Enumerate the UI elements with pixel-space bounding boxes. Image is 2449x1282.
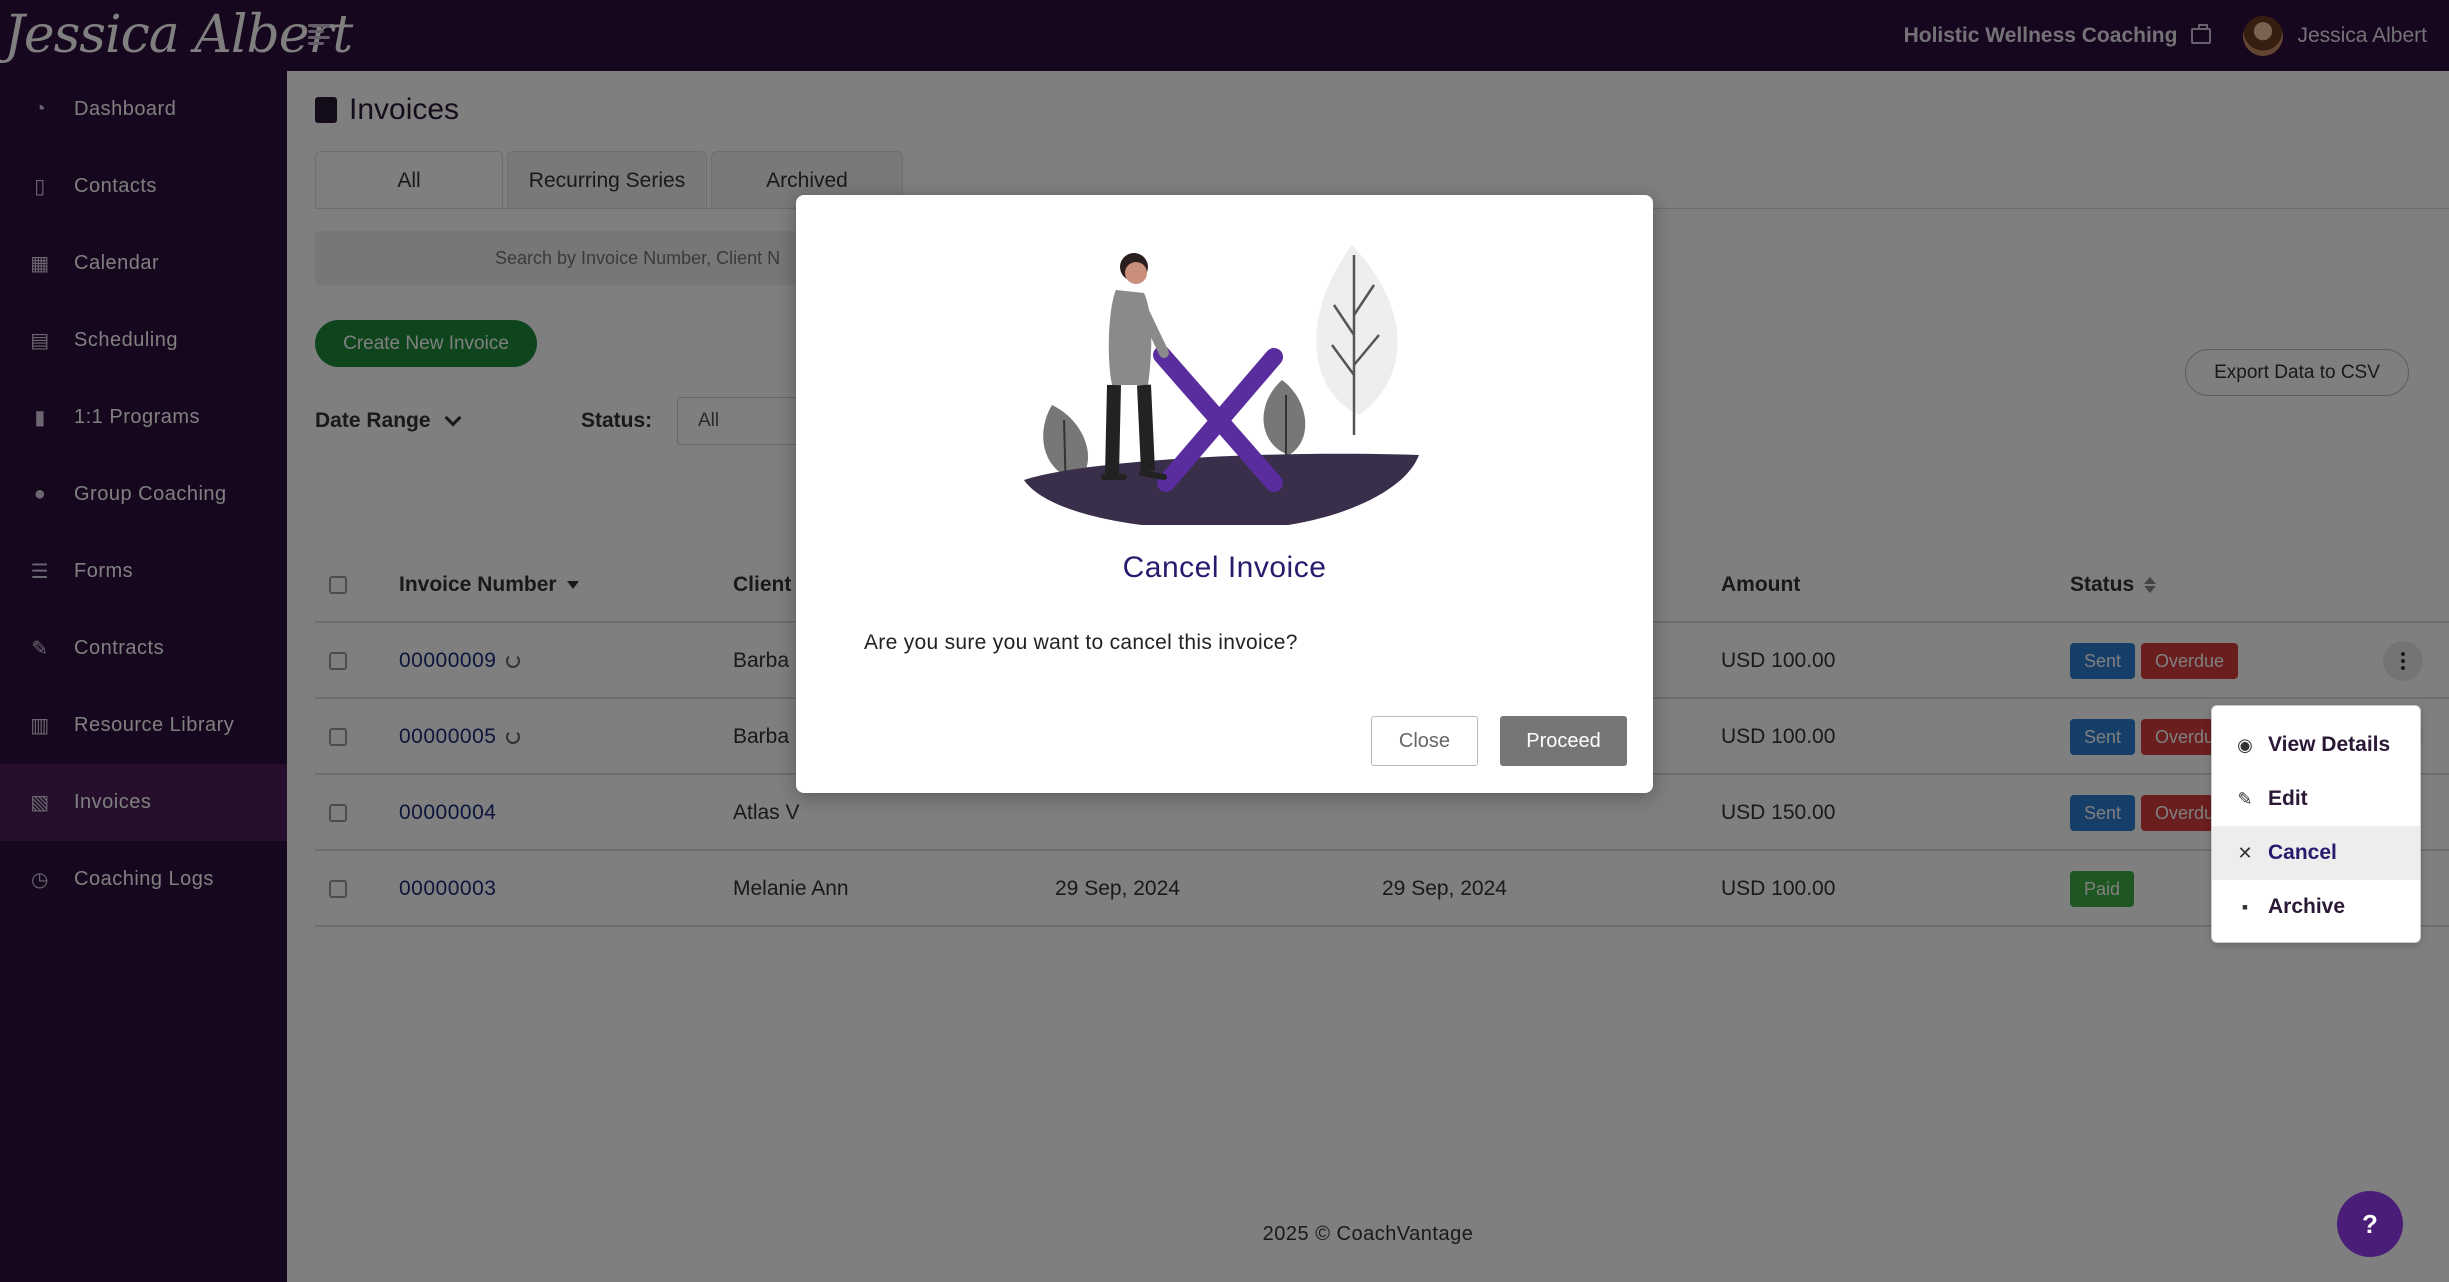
pencil-icon: ✎	[2237, 788, 2253, 809]
modal-title: Cancel Invoice	[1122, 551, 1327, 584]
cancel-invoice-modal: Cancel Invoice Are you sure you want to …	[796, 195, 1653, 793]
help-button[interactable]: ?	[2337, 1191, 2403, 1257]
menu-item-label: Edit	[2268, 787, 2308, 810]
close-button[interactable]: Close	[1371, 716, 1478, 766]
menu-item-edit[interactable]: ✎ Edit	[2212, 772, 2420, 826]
cancel-illustration	[1024, 245, 1419, 525]
row-actions-menu: ◉ View Details ✎ Edit ✕ Cancel ▪ Archive	[2211, 705, 2421, 943]
menu-item-label: Archive	[2268, 895, 2346, 918]
modal-message: Are you sure you want to cancel this inv…	[864, 631, 1298, 654]
menu-item-label: Cancel	[2268, 841, 2337, 864]
archive-icon: ▪	[2241, 896, 2249, 917]
eye-icon: ◉	[2237, 734, 2253, 755]
menu-item-archive[interactable]: ▪ Archive	[2212, 880, 2420, 934]
menu-item-cancel[interactable]: ✕ Cancel	[2212, 826, 2420, 880]
x-icon: ✕	[2237, 842, 2253, 863]
menu-item-label: View Details	[2268, 733, 2391, 756]
proceed-button[interactable]: Proceed	[1500, 716, 1627, 766]
menu-item-view-details[interactable]: ◉ View Details	[2212, 718, 2420, 772]
